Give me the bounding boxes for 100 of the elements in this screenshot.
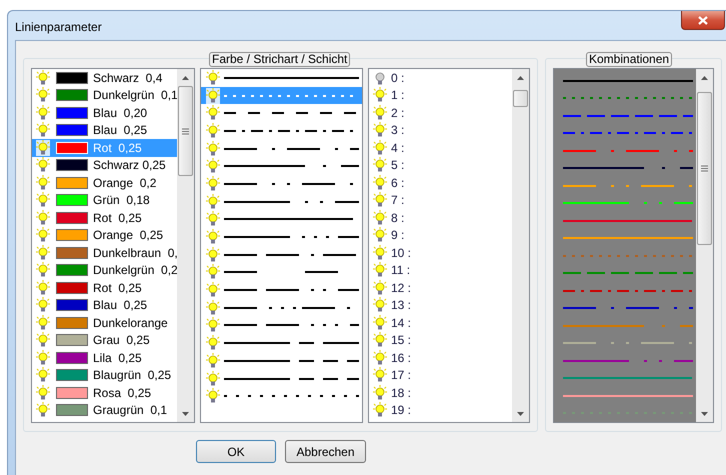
lightbulb-icon[interactable] xyxy=(206,176,220,192)
lightbulb-icon[interactable] xyxy=(206,352,220,369)
list-item[interactable]: 5 : xyxy=(369,156,512,174)
lightbulb-icon[interactable] xyxy=(206,194,220,210)
list-item[interactable]: Grün 0,18 xyxy=(32,192,177,209)
list-item[interactable]: 14 : xyxy=(369,314,512,332)
lightbulb-icon[interactable] xyxy=(373,157,387,174)
lightbulb-icon[interactable] xyxy=(373,367,387,384)
list-item[interactable]: 4 : xyxy=(369,139,512,156)
lightbulb-icon[interactable] xyxy=(36,244,50,261)
list-item[interactable]: Grau 0,25 xyxy=(32,332,177,349)
lightbulb-icon[interactable] xyxy=(373,227,387,244)
lightbulb-icon[interactable] xyxy=(373,87,387,104)
lightbulb-icon[interactable] xyxy=(36,87,50,104)
list-item[interactable]: 16 : xyxy=(369,349,512,366)
list-item[interactable]: 1 : xyxy=(369,86,512,104)
list-item[interactable]: Blau 0,25 xyxy=(32,296,177,314)
list-item[interactable]: Lila 0,25 xyxy=(32,349,177,366)
list-item[interactable]: Schwarz 0,25 xyxy=(32,156,177,174)
scrollbar-thumb[interactable] xyxy=(178,86,193,176)
lightbulb-icon[interactable] xyxy=(206,140,220,157)
lightbulb-icon[interactable] xyxy=(206,335,220,352)
lightbulb-icon[interactable] xyxy=(206,211,220,228)
lightbulb-icon[interactable] xyxy=(36,350,50,366)
lightbulb-icon[interactable] xyxy=(206,88,220,104)
list-item[interactable]: Schwarz 0,4 xyxy=(32,69,177,86)
list-item[interactable]: Dunkelgrün 0,2 xyxy=(32,262,177,279)
lightbulb-icon[interactable] xyxy=(36,174,50,191)
list-item[interactable]: 12 : xyxy=(369,279,512,296)
dialog-button[interactable]: Abbrechen xyxy=(285,440,366,463)
list-item[interactable]: 9 : xyxy=(369,226,512,244)
lightbulb-icon[interactable] xyxy=(206,158,220,174)
lightbulb-icon[interactable] xyxy=(373,332,387,348)
list-item[interactable]: 2 : xyxy=(369,104,512,122)
lightbulb-icon[interactable] xyxy=(206,246,220,263)
lightbulb-icon[interactable] xyxy=(373,262,387,278)
lightbulb-icon[interactable] xyxy=(36,367,50,384)
lightbulb-icon[interactable] xyxy=(206,264,220,280)
scrollbar[interactable] xyxy=(512,69,529,422)
scrollbar[interactable] xyxy=(177,69,194,422)
lightbulb-icon[interactable] xyxy=(373,350,387,366)
lightbulb-icon[interactable] xyxy=(206,300,220,316)
lightbulb-icon[interactable] xyxy=(36,280,50,296)
dialog-button[interactable]: OK xyxy=(196,440,276,463)
list-item[interactable]: 3 : xyxy=(369,122,512,139)
lightbulb-icon[interactable] xyxy=(36,210,50,226)
lightbulb-icon[interactable] xyxy=(36,262,50,278)
lightbulb-icon[interactable] xyxy=(373,140,387,156)
lightbulb-icon[interactable] xyxy=(206,70,220,86)
lightbulb-icon[interactable] xyxy=(36,384,50,401)
lightbulb-icon[interactable] xyxy=(373,314,387,331)
lightbulb-icon[interactable] xyxy=(373,192,387,208)
lightbulb-icon[interactable] xyxy=(206,282,220,298)
list-item[interactable]: 10 : xyxy=(369,244,512,262)
list-item[interactable]: 18 : xyxy=(369,384,512,402)
list-item[interactable]: Graugrün 0,1 xyxy=(32,402,177,419)
lightbulb-icon[interactable] xyxy=(36,332,50,348)
list-item[interactable]: Rosa 0,25 xyxy=(32,384,177,402)
list-item[interactable]: 15 : xyxy=(369,332,512,349)
lightbulb-icon[interactable] xyxy=(206,370,220,387)
lightbulb-icon[interactable] xyxy=(373,70,387,86)
list-item[interactable]: Dunkelorange xyxy=(32,314,177,332)
list-item[interactable]: 6 : xyxy=(369,174,512,192)
list-item[interactable]: 13 : xyxy=(369,296,512,314)
list-item[interactable]: Blau 0,20 xyxy=(32,104,177,122)
scrollbar[interactable] xyxy=(696,69,713,422)
lightbulb-icon[interactable] xyxy=(206,388,220,404)
lightbulb-icon[interactable] xyxy=(206,229,220,246)
list-item[interactable]: Rot 0,25 xyxy=(32,209,177,226)
list-item[interactable]: Dunkelgrün 0,1 xyxy=(32,86,177,104)
lightbulb-icon[interactable] xyxy=(206,105,220,122)
lightbulb-icon[interactable] xyxy=(36,104,50,121)
list-item[interactable]: Blau 0,25 xyxy=(32,122,177,139)
list-item[interactable]: 17 : xyxy=(369,366,512,384)
lightbulb-icon[interactable] xyxy=(373,210,387,226)
lightbulb-icon[interactable] xyxy=(373,122,387,138)
list-item[interactable]: Blaugrün 0,25 xyxy=(32,366,177,384)
scrollbar-thumb[interactable] xyxy=(697,92,712,245)
lightbulb-icon[interactable] xyxy=(206,317,220,334)
list-item[interactable]: Dunkelbraun 0, xyxy=(32,244,177,262)
list-item[interactable]: Orange 0,25 xyxy=(32,226,177,244)
list-item[interactable]: 11 : xyxy=(369,262,512,279)
list-item[interactable]: 19 : xyxy=(369,402,512,419)
scrollbar-thumb[interactable] xyxy=(513,90,528,107)
lightbulb-icon[interactable] xyxy=(36,70,50,86)
lightbulb-icon[interactable] xyxy=(36,140,50,156)
lightbulb-icon[interactable] xyxy=(206,122,220,139)
lightbulb-icon[interactable] xyxy=(36,192,50,208)
lightbulb-icon[interactable] xyxy=(36,314,50,331)
lightbulb-icon[interactable] xyxy=(373,280,387,296)
lightbulb-icon[interactable] xyxy=(36,157,50,174)
lightbulb-icon[interactable] xyxy=(36,402,50,418)
lightbulb-icon[interactable] xyxy=(36,297,50,314)
lightbulb-icon[interactable] xyxy=(373,384,387,401)
list-item[interactable]: Rot 0,25 xyxy=(32,279,177,296)
lightbulb-icon[interactable] xyxy=(36,227,50,244)
list-item[interactable]: 0 : xyxy=(369,69,512,86)
list-item[interactable]: Orange 0,2 xyxy=(32,174,177,192)
lightbulb-icon[interactable] xyxy=(373,174,387,191)
list-item[interactable]: 7 : xyxy=(369,192,512,209)
